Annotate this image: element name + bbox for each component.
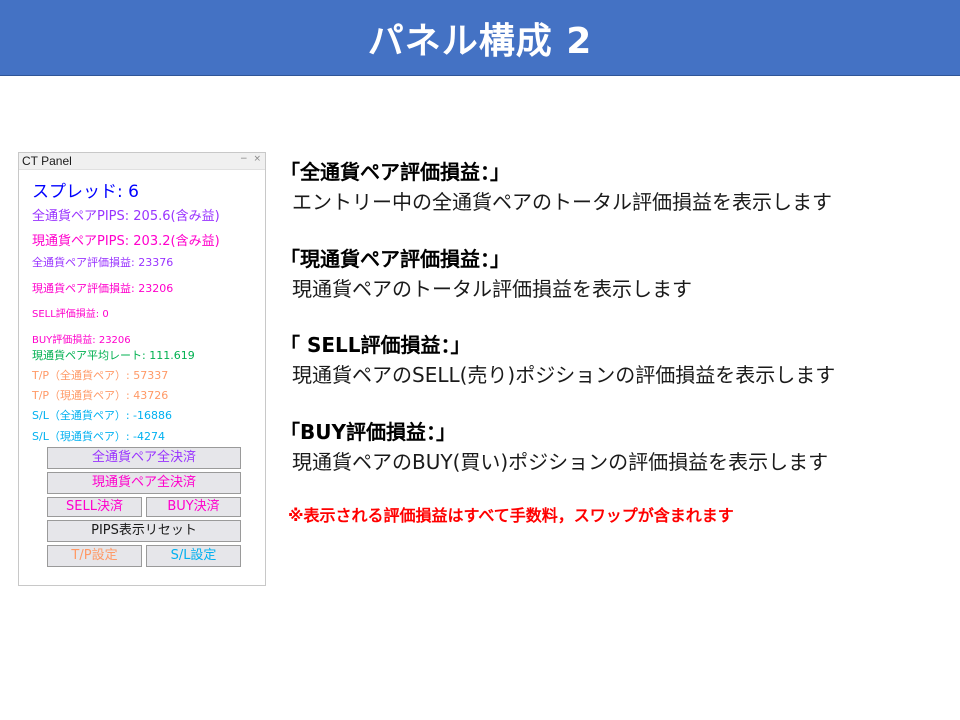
buy-pl-label: BUY評価損益: 23206: [32, 335, 131, 346]
slide-header: パネル構成 2: [0, 0, 960, 76]
panel-window-controls: − ×: [237, 154, 261, 164]
spread-label: スプレッド: 6: [32, 182, 139, 202]
description-heading-buy-pl: 「BUY評価損益：」: [280, 420, 456, 444]
tp-settings-button[interactable]: T/P設定: [47, 545, 142, 567]
current-pair-pl-label: 現通貨ペア評価損益: 23206: [32, 282, 174, 295]
fee-swap-note: ※表示される評価損益はすべて手数料，スワップが含まれます: [288, 506, 734, 525]
tp-current-pair-label: T/P（現通貨ペア）: 43726: [32, 389, 169, 402]
close-current-pair-button[interactable]: 現通貨ペア全決済: [47, 472, 241, 494]
sell-close-button[interactable]: SELL決済: [47, 497, 142, 517]
close-icon[interactable]: ×: [253, 154, 261, 164]
close-all-pairs-button[interactable]: 全通貨ペア全決済: [47, 447, 241, 469]
ct-panel-window: CT Panel − × スプレッド: 6 全通貨ペアPIPS: 205.6(含…: [18, 152, 266, 586]
buy-close-button[interactable]: BUY決済: [146, 497, 241, 517]
sl-all-pair-label: S/L（全通貨ペア）: -16886: [32, 409, 172, 422]
minimize-icon[interactable]: −: [240, 154, 248, 164]
description-heading-sell-pl: 「 SELL評価損益：」: [280, 333, 471, 357]
sell-pl-label: SELL評価損益: 0: [32, 309, 109, 320]
description-heading-all-pl: 「全通貨ペア評価損益：」: [280, 160, 510, 184]
description-heading-current-pl: 「現通貨ペア評価損益：」: [280, 247, 510, 271]
slide-title: パネル構成 2: [367, 20, 593, 62]
panel-titlebar[interactable]: CT Panel − ×: [19, 153, 265, 170]
description-body-current-pl: 現通貨ペアのトータル評価損益を表示します: [292, 277, 692, 301]
description-body-all-pl: エントリー中の全通貨ペアのトータル評価損益を表示します: [292, 190, 832, 214]
sl-settings-button[interactable]: S/L設定: [146, 545, 241, 567]
all-pair-pl-label: 全通貨ペア評価損益: 23376: [32, 256, 174, 269]
pips-reset-button[interactable]: PIPS表示リセット: [47, 520, 241, 542]
panel-title: CT Panel: [22, 154, 72, 168]
sl-current-pair-label: S/L（現通貨ペア）: -4274: [32, 430, 165, 443]
average-rate-label: 現通貨ペア平均レート: 111.619: [32, 349, 195, 362]
tp-all-pair-label: T/P（全通貨ペア）: 57337: [32, 369, 169, 382]
all-pair-pips-label: 全通貨ペアPIPS: 205.6(含み益): [32, 209, 220, 224]
description-body-sell-pl: 現通貨ペアのSELL(売り)ポジションの評価損益を表示します: [292, 363, 836, 387]
description-body-buy-pl: 現通貨ペアのBUY(買い)ポジションの評価損益を表示します: [292, 450, 829, 474]
current-pair-pips-label: 現通貨ペアPIPS: 203.2(含み益): [32, 234, 220, 249]
